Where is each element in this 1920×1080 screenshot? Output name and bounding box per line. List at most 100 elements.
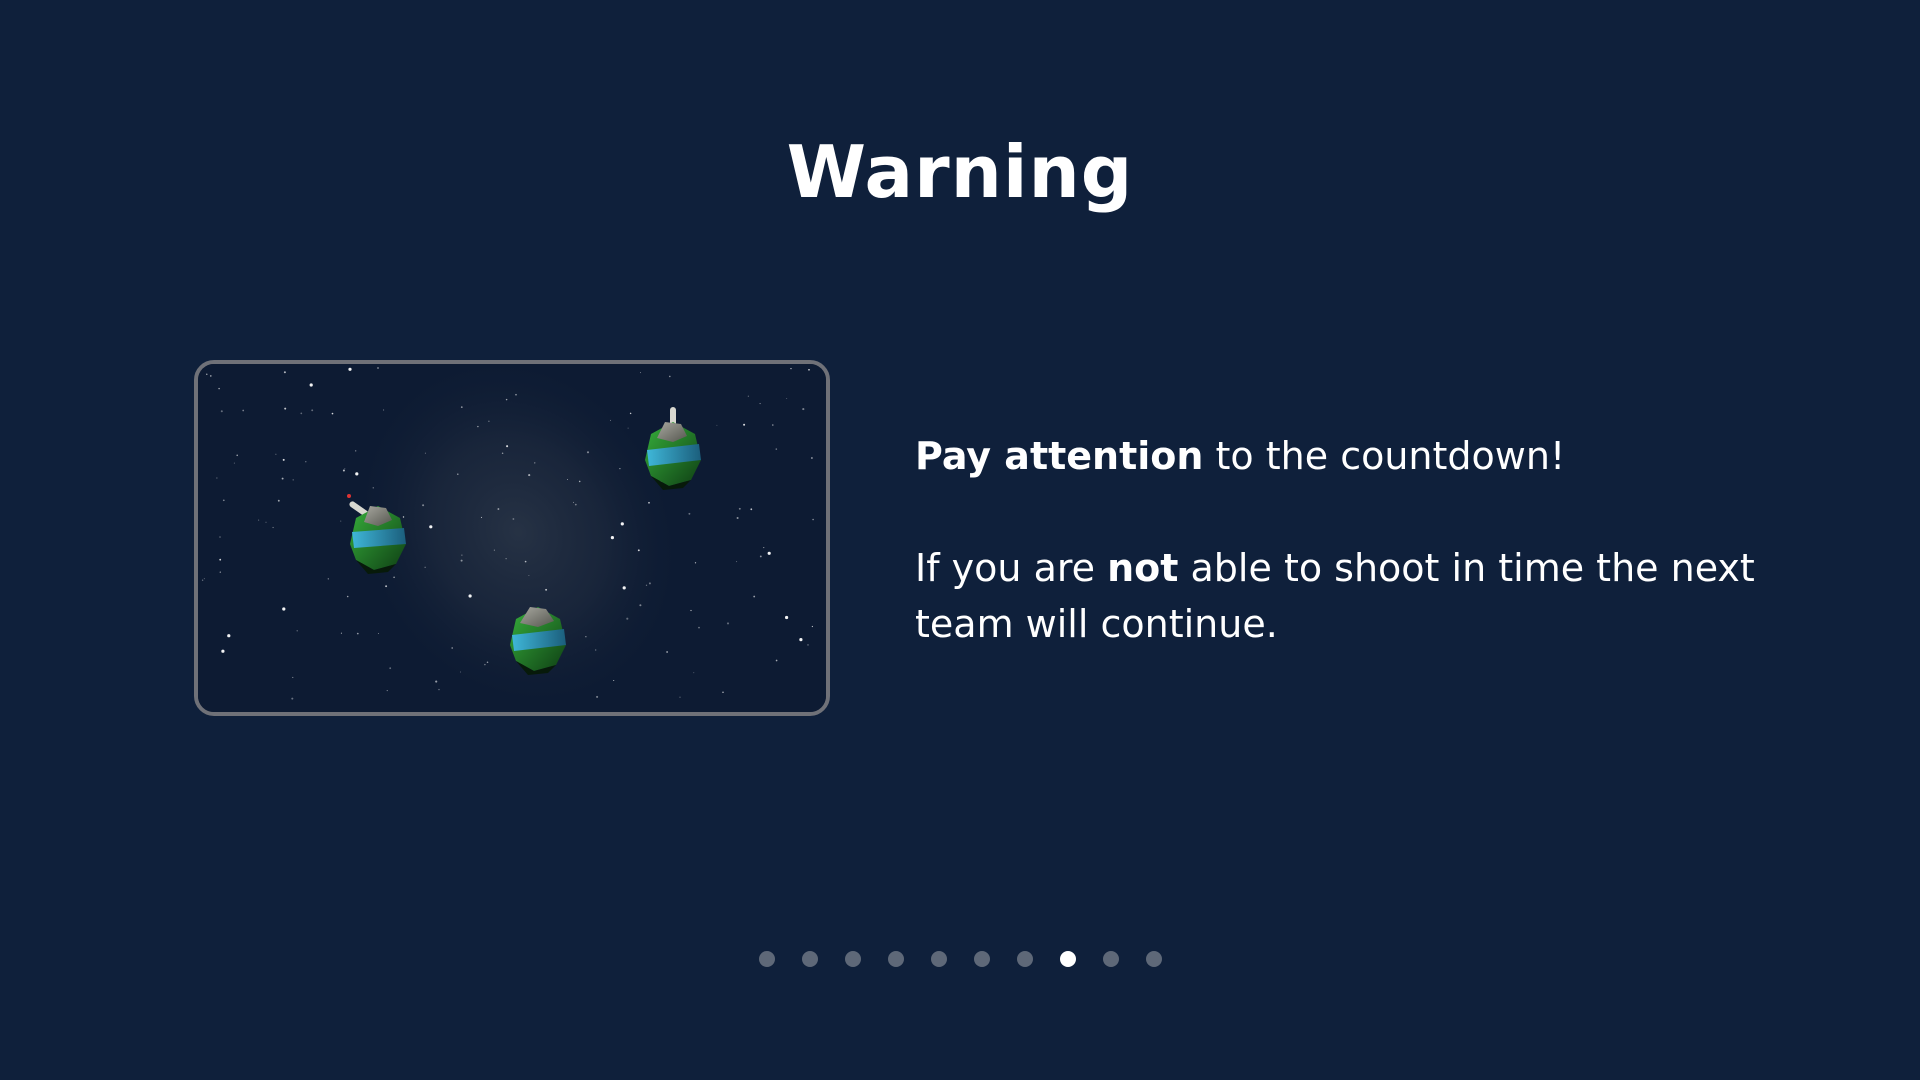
pagination-dot-9[interactable] (1102, 951, 1119, 967)
starfield-scene (198, 364, 826, 712)
star (272, 526, 274, 529)
star (210, 375, 212, 377)
star (291, 697, 294, 700)
page-title: Warning (786, 130, 1134, 214)
star (309, 383, 313, 387)
star (767, 551, 771, 555)
star (402, 516, 405, 518)
star (219, 536, 221, 538)
star (693, 672, 695, 674)
star (786, 397, 788, 399)
star (505, 398, 508, 401)
pagination-dot-10[interactable] (1145, 951, 1162, 967)
star (460, 671, 462, 673)
star (810, 457, 813, 459)
star (220, 410, 223, 413)
pagination-dot-1[interactable] (758, 951, 775, 967)
star (372, 487, 374, 489)
star (567, 479, 568, 480)
star (233, 462, 235, 464)
star (236, 454, 238, 457)
star (627, 427, 629, 429)
turn-rule-emphasis: not (1107, 546, 1179, 590)
pagination-dot-2[interactable] (801, 951, 818, 967)
star (534, 462, 536, 464)
star (626, 617, 629, 620)
game-preview (194, 360, 830, 716)
star (275, 453, 277, 455)
star (790, 367, 792, 370)
star (221, 649, 225, 653)
star (219, 571, 221, 573)
star (622, 586, 626, 590)
star (743, 423, 746, 426)
star (613, 679, 615, 682)
star (424, 452, 426, 454)
pagination-dot-3[interactable] (844, 951, 861, 967)
star (457, 473, 459, 475)
star (480, 516, 483, 518)
star (528, 474, 531, 477)
star (698, 626, 700, 629)
tutorial-slide: Warning Pay attention to the countdown! … (0, 0, 1920, 1080)
star (283, 371, 286, 374)
star (218, 387, 220, 390)
star (265, 521, 267, 523)
pagination-dot-4[interactable] (887, 951, 904, 967)
star (610, 536, 614, 540)
star (429, 525, 433, 529)
star (629, 412, 632, 415)
star (515, 393, 517, 396)
star (736, 516, 739, 520)
pagination-dot-5[interactable] (930, 951, 947, 967)
star (216, 477, 218, 479)
star (585, 636, 587, 638)
star (747, 395, 749, 397)
star (811, 625, 814, 628)
star (377, 367, 379, 369)
star (572, 501, 575, 503)
star (808, 368, 810, 371)
star (201, 579, 204, 581)
star (545, 588, 548, 591)
star (524, 560, 527, 563)
star (422, 504, 425, 507)
countdown-hint-text: to the countdown! (1203, 434, 1566, 478)
star (493, 549, 495, 551)
star (227, 634, 231, 638)
star (296, 630, 298, 632)
pagination-dot-6[interactable] (973, 951, 990, 967)
star (284, 407, 287, 410)
star (759, 403, 761, 405)
pagination-dot-7[interactable] (1016, 951, 1033, 967)
star (807, 644, 809, 646)
star (722, 691, 724, 694)
star (759, 555, 762, 558)
star (281, 477, 284, 480)
pagination-dot-8[interactable] (1059, 951, 1076, 967)
star (385, 585, 388, 588)
star (596, 695, 599, 698)
star (484, 663, 486, 666)
star (356, 632, 359, 635)
star (300, 412, 303, 415)
star (648, 582, 651, 585)
star (386, 690, 388, 692)
star (726, 622, 730, 625)
countdown-hint-emphasis: Pay attention (915, 434, 1204, 478)
star (528, 575, 530, 576)
star (344, 468, 346, 470)
star (574, 503, 577, 506)
star (393, 576, 395, 579)
pagination-dots (0, 951, 1920, 967)
star (738, 507, 741, 510)
star (460, 559, 463, 562)
star (772, 424, 774, 426)
star (305, 461, 307, 463)
star (501, 452, 504, 454)
star (785, 615, 789, 620)
star (355, 472, 359, 476)
star (668, 375, 671, 378)
star (342, 469, 345, 472)
star (595, 649, 597, 651)
